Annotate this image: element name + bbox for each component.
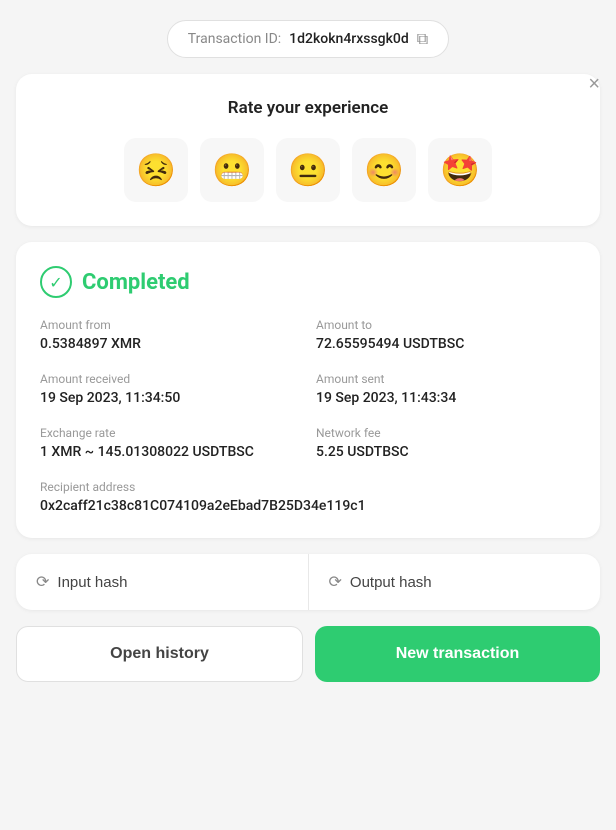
amount-sent-value: 19 Sep 2023, 11:43:34 bbox=[316, 390, 576, 406]
close-button[interactable]: × bbox=[588, 74, 600, 94]
output-hash-label: Output hash bbox=[350, 574, 432, 591]
details-grid: Amount from 0.5384897 XMR Amount to 72.6… bbox=[40, 318, 576, 514]
input-hash-button[interactable]: ⟳ Input hash bbox=[16, 554, 309, 610]
amount-to-label: Amount to bbox=[316, 318, 576, 332]
recipient-item: Recipient address 0x2caff21c38c81C074109… bbox=[40, 480, 576, 514]
network-fee-label: Network fee bbox=[316, 426, 576, 440]
rate-title: Rate your experience bbox=[228, 98, 388, 118]
emoji-neutral[interactable]: 😐 bbox=[276, 138, 340, 202]
network-fee-item: Network fee 5.25 USDTBSC bbox=[316, 426, 576, 460]
emoji-very-dissatisfied[interactable]: 😣 bbox=[124, 138, 188, 202]
amount-received-item: Amount received 19 Sep 2023, 11:34:50 bbox=[40, 372, 300, 406]
status-text: Completed bbox=[82, 270, 190, 295]
copy-icon[interactable]: ⧉ bbox=[417, 29, 428, 49]
new-transaction-button[interactable]: New transaction bbox=[315, 626, 600, 682]
emoji-satisfied[interactable]: 😊 bbox=[352, 138, 416, 202]
emoji-dissatisfied[interactable]: 😬 bbox=[200, 138, 264, 202]
input-hash-icon: ⟳ bbox=[36, 572, 49, 592]
transaction-id-bar: Transaction ID: 1d2kokn4rxssgk0d ⧉ bbox=[167, 20, 449, 58]
amount-to-item: Amount to 72.65595494 USDTBSC bbox=[316, 318, 576, 352]
rate-experience-card: × Rate your experience 😣 😬 😐 😊 🤩 bbox=[16, 74, 600, 226]
amount-sent-item: Amount sent 19 Sep 2023, 11:43:34 bbox=[316, 372, 576, 406]
output-hash-button[interactable]: ⟳ Output hash bbox=[309, 554, 601, 610]
output-hash-icon: ⟳ bbox=[329, 572, 342, 592]
action-row: Open history New transaction bbox=[16, 626, 600, 682]
hash-card: ⟳ Input hash ⟳ Output hash bbox=[16, 554, 600, 610]
transaction-id-label: Transaction ID: bbox=[188, 31, 281, 47]
input-hash-label: Input hash bbox=[57, 574, 127, 591]
emoji-very-satisfied[interactable]: 🤩 bbox=[428, 138, 492, 202]
recipient-label: Recipient address bbox=[40, 480, 576, 494]
amount-received-value: 19 Sep 2023, 11:34:50 bbox=[40, 390, 300, 406]
amount-received-label: Amount received bbox=[40, 372, 300, 386]
check-circle-icon: ✓ bbox=[40, 266, 72, 298]
exchange-rate-item: Exchange rate 1 XMR ~ 145.01308022 USDTB… bbox=[40, 426, 300, 460]
exchange-rate-value: 1 XMR ~ 145.01308022 USDTBSC bbox=[40, 444, 300, 460]
amount-to-value: 72.65595494 USDTBSC bbox=[316, 336, 576, 352]
status-row: ✓ Completed bbox=[40, 266, 576, 298]
open-history-button[interactable]: Open history bbox=[16, 626, 303, 682]
amount-from-label: Amount from bbox=[40, 318, 300, 332]
emoji-row: 😣 😬 😐 😊 🤩 bbox=[124, 138, 492, 202]
recipient-value: 0x2caff21c38c81C074109a2eEbad7B25D34e119… bbox=[40, 498, 576, 514]
exchange-rate-label: Exchange rate bbox=[40, 426, 300, 440]
transaction-id-value: 1d2kokn4rxssgk0d bbox=[289, 31, 409, 47]
amount-sent-label: Amount sent bbox=[316, 372, 576, 386]
amount-from-value: 0.5384897 XMR bbox=[40, 336, 300, 352]
transaction-details-card: ✓ Completed Amount from 0.5384897 XMR Am… bbox=[16, 242, 600, 538]
amount-from-item: Amount from 0.5384897 XMR bbox=[40, 318, 300, 352]
network-fee-value: 5.25 USDTBSC bbox=[316, 444, 576, 460]
